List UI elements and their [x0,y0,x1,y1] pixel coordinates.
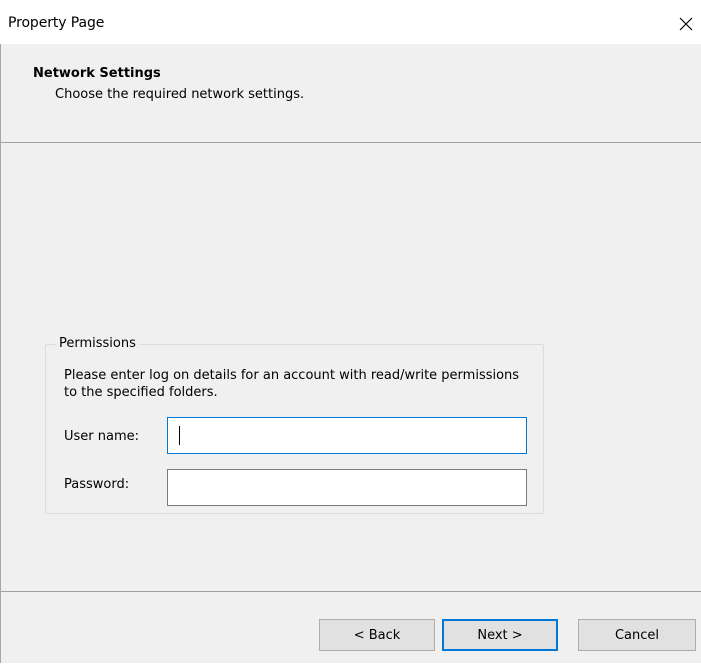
username-label: User name: [64,429,140,444]
wizard-header: Network Settings Choose the required net… [1,44,701,143]
close-button[interactable] [672,10,700,38]
dialog-body: Network Settings Choose the required net… [0,44,701,663]
password-field[interactable] [167,469,527,506]
title-bar: Property Page [0,0,701,44]
username-input[interactable] [168,418,526,453]
password-label: Password: [64,477,130,492]
permissions-description: Please enter log on details for an accou… [64,368,520,400]
wizard-footer: < Back Next > Cancel [1,591,701,664]
text-caret [179,426,180,445]
close-icon [679,17,693,31]
page-title: Network Settings [33,66,161,81]
permissions-legend: Permissions [56,336,139,351]
back-button[interactable]: < Back [319,619,435,651]
cancel-button[interactable]: Cancel [578,619,696,651]
page-subtitle: Choose the required network settings. [55,87,305,102]
permissions-groupbox: Permissions Please enter log on details … [45,336,544,514]
password-input[interactable] [168,470,526,505]
username-field[interactable] [167,417,527,454]
property-page-dialog: Property Page Network Settings Choose th… [0,0,701,663]
window-title: Property Page [8,15,105,31]
next-button[interactable]: Next > [442,619,558,651]
